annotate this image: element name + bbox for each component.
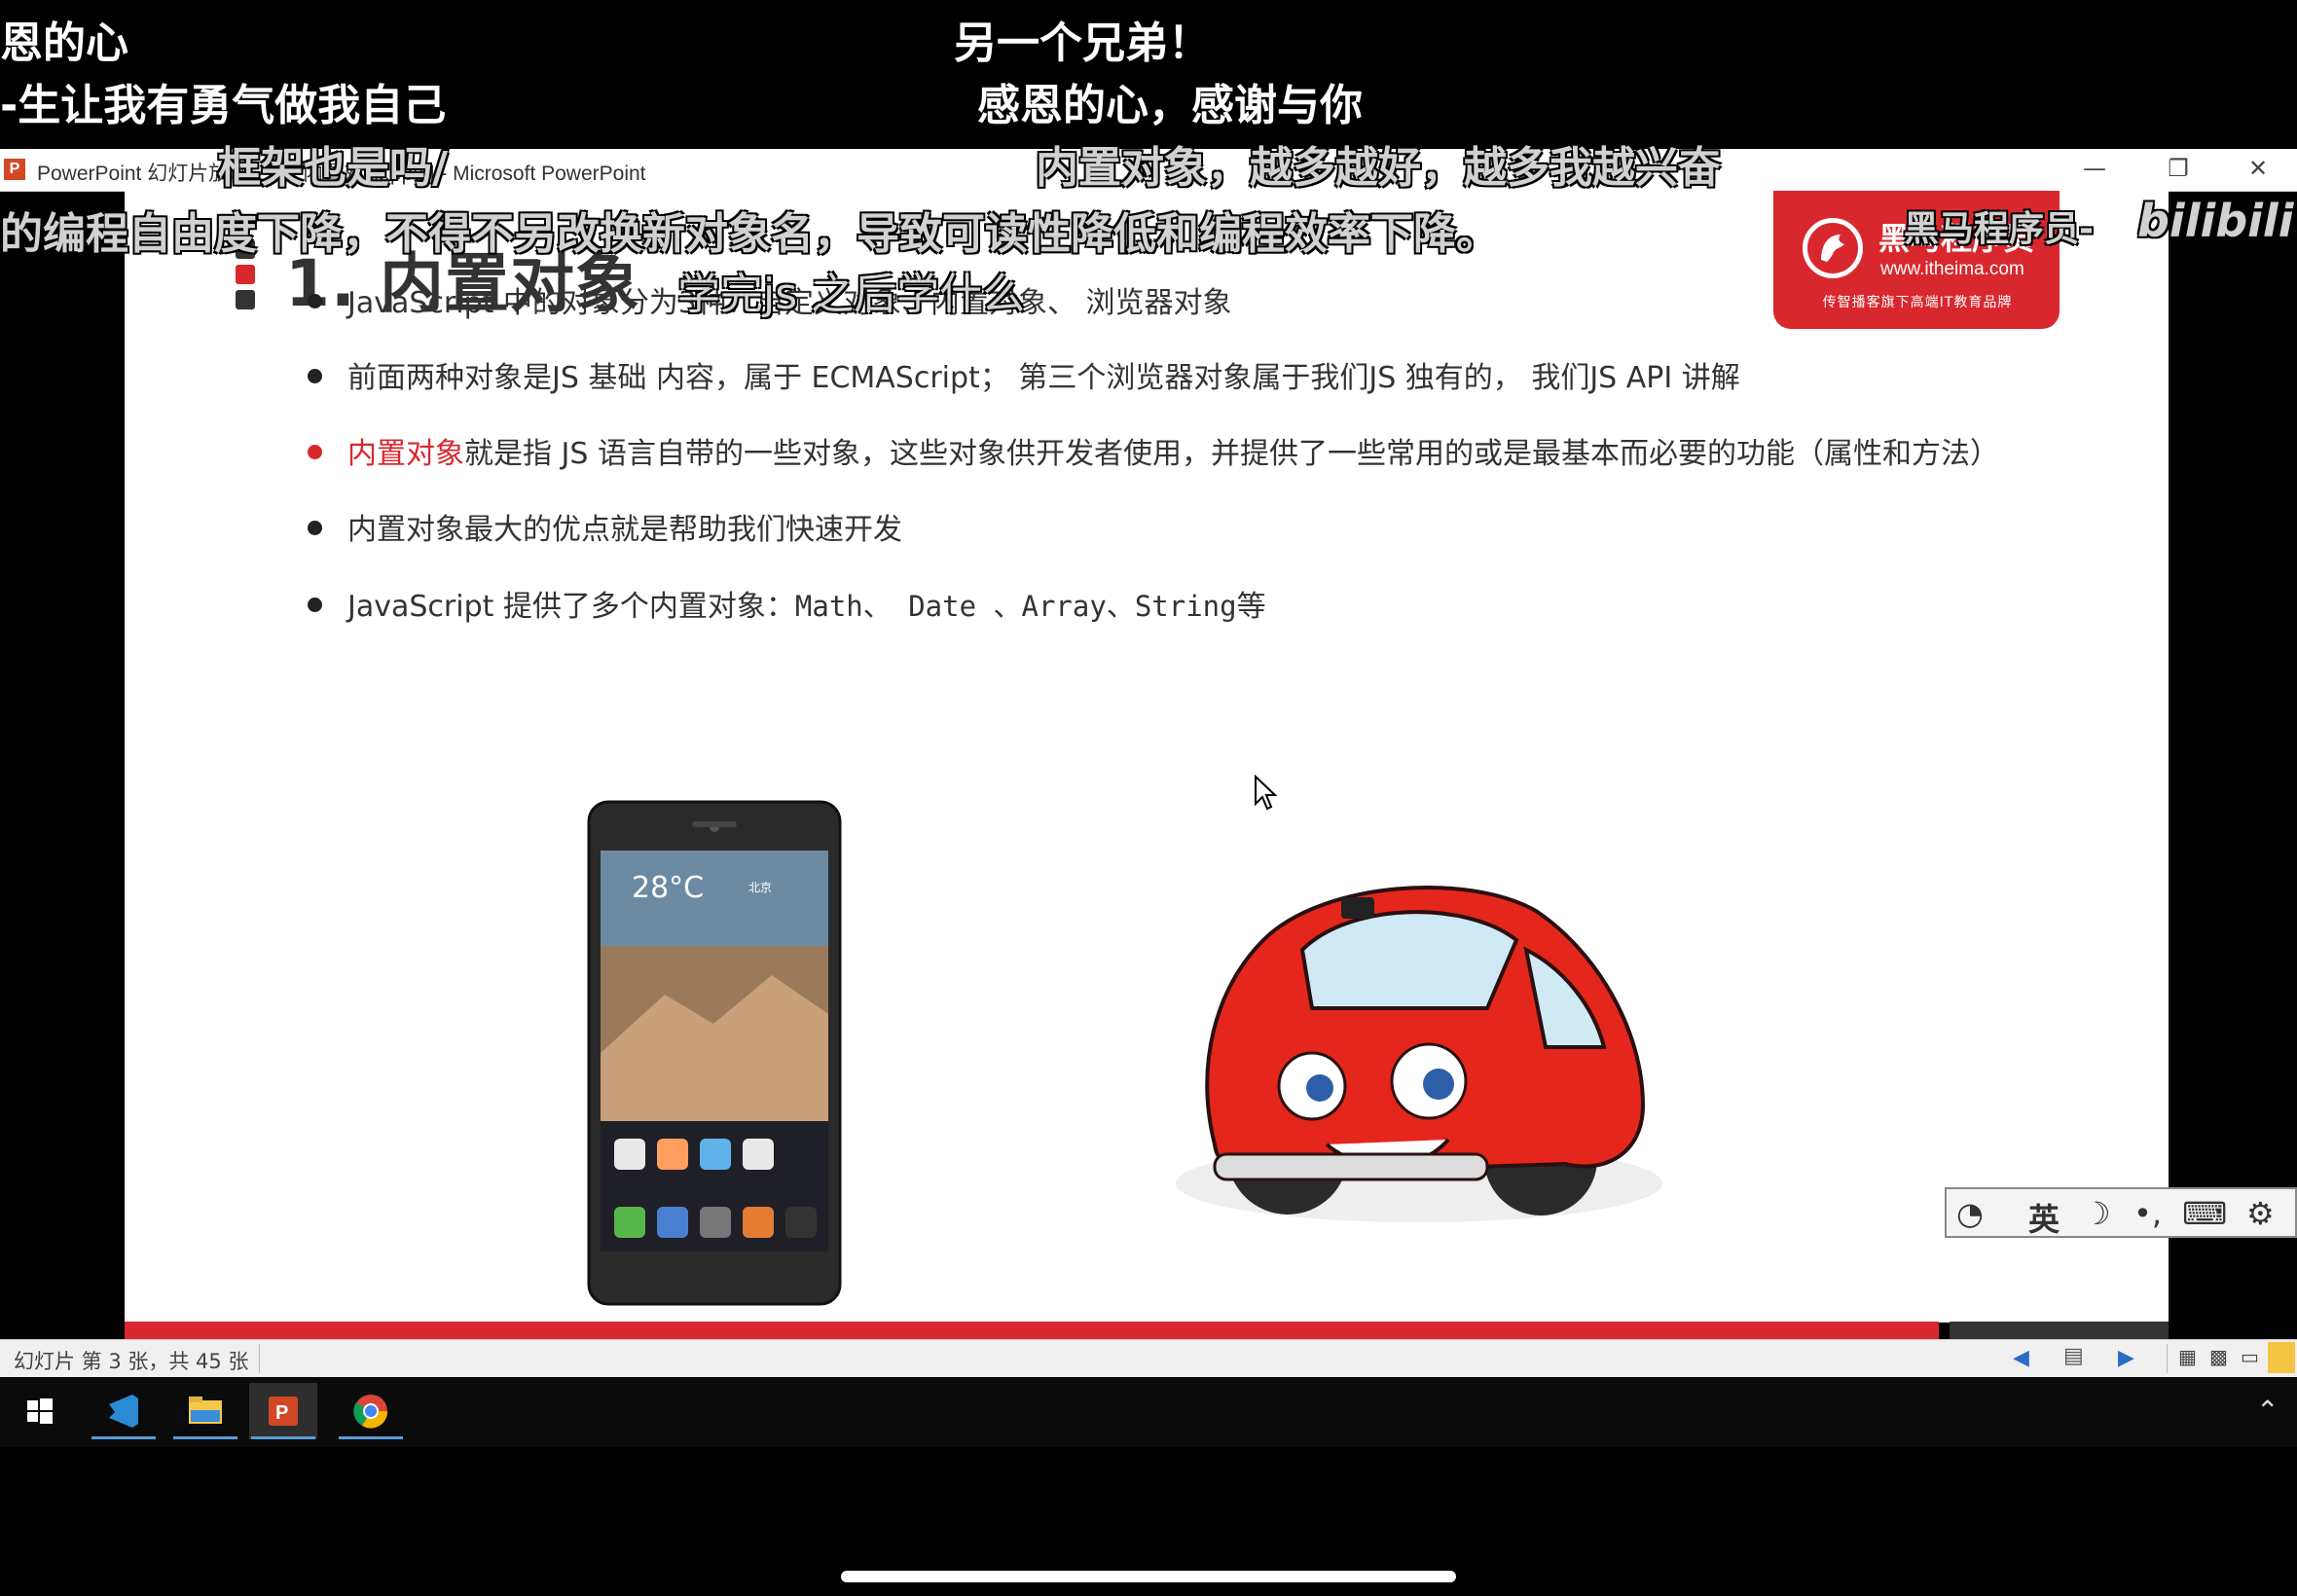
phone-image: 28°C 北京 <box>587 800 842 1306</box>
powerpoint-taskbar-icon[interactable]: P <box>249 1383 317 1439</box>
bullet-dot-icon <box>308 294 322 308</box>
chrome-icon[interactable] <box>337 1383 405 1439</box>
bullet-text: 就是指 JS 语言自带的一些对象，这些对象供开发者使用，并提供了一些常用的或是最… <box>464 437 1999 471</box>
ime-language-toggle[interactable]: 英 <box>2028 1195 2060 1240</box>
bullet-text: JavaScript 提供了多个内置对象： <box>347 590 795 624</box>
bullet-item: 内置对象最大的优点就是帮助我们快速开发 <box>308 505 902 548</box>
minimize-button[interactable]: — <box>2065 155 2124 184</box>
reading-view-icon[interactable]: ▭ <box>2241 1345 2259 1368</box>
slide-sorter-icon[interactable]: ▩ <box>2209 1345 2228 1368</box>
slide-menu-icon[interactable]: ▤ <box>2063 1344 2084 1368</box>
slide-progress-bar <box>125 1322 1939 1339</box>
horse-logo-icon <box>1803 218 1863 278</box>
bullet-code: Math、 Date 、Array、String <box>794 590 1237 623</box>
bullet-item: 前面两种对象是JS 基础 内容，属于 ECMAScript； 第三个浏览器对象属… <box>308 353 1740 396</box>
mouse-cursor-icon <box>1254 774 1279 816</box>
close-button[interactable]: ✕ <box>2229 155 2287 184</box>
normal-view-icon[interactable]: ▦ <box>2178 1345 2197 1368</box>
bullet-item: 内置对象就是指 JS 语言自带的一些对象，这些对象供开发者使用，并提供了一些常用… <box>308 429 1999 472</box>
bullet-dot-icon <box>308 369 322 383</box>
status-bar: 幻灯片 第 3 张，共 45 张 ◀ ▤ ▶ ▦ ▩ ▭ <box>0 1339 2297 1378</box>
prev-slide-icon[interactable]: ◀ <box>2013 1346 2029 1370</box>
danmaku-comment: 恩的心 <box>0 18 128 68</box>
bullet-item: JavaScript 提供了多个内置对象：Math、 Date 、Array、S… <box>308 582 1266 625</box>
phone-temperature: 28°C <box>632 871 704 905</box>
windows-taskbar: P ⌃ <box>0 1377 2297 1447</box>
moon-icon[interactable]: ☽ <box>2083 1195 2111 1232</box>
restore-button[interactable]: ❐ <box>2149 155 2207 184</box>
status-divider <box>259 1344 260 1373</box>
punctuation-icon[interactable]: •, <box>2133 1195 2162 1232</box>
danmaku-comment: 学完js 之后学什么 <box>677 270 1026 319</box>
status-divider <box>2167 1344 2168 1373</box>
channel-watermark: 黑马程序员- <box>1904 209 2094 249</box>
danmaku-comment: 的编程自由度下降，不得不另改换新对象名，导致可读性降低和编程效率下降。 <box>0 209 1499 259</box>
slide-canvas[interactable]: 1. 内置对象 黑马程序员 www.itheima.com 传智播客旗下高端IT… <box>125 191 2169 1323</box>
powerpoint-app-icon[interactable]: P <box>4 159 25 180</box>
gear-icon[interactable]: ⚙ <box>2246 1195 2275 1232</box>
windows-start-icon[interactable] <box>6 1383 74 1439</box>
slideshow-view-icon[interactable] <box>2268 1342 2295 1373</box>
chevron-up-icon[interactable]: ⌃ <box>2256 1395 2279 1427</box>
logo-url: www.itheima.com <box>1880 259 2024 279</box>
danmaku-comment: 内置对象，越多越好，越多我越兴奋 <box>1036 143 1721 193</box>
danmaku-comment: 另一个兄弟！ <box>954 18 1211 68</box>
home-indicator[interactable] <box>841 1571 1456 1582</box>
bullet-highlight: 内置对象 <box>347 437 464 471</box>
bullet-text: 内置对象最大的优点就是帮助我们快速开发 <box>347 513 902 547</box>
phone-city: 北京 <box>748 881 772 894</box>
car-image <box>1156 862 1682 1251</box>
bullet-dot-icon <box>308 598 322 612</box>
bilibili-watermark: bilibili <box>2137 195 2294 247</box>
danmaku-comment: 框架也是吗/ <box>218 143 449 193</box>
slide-progress-remaining <box>1950 1322 2169 1339</box>
danmaku-comment: -生让我有勇气做我自己 <box>0 81 447 130</box>
logo-tagline: 传智播客旗下高端IT教育品牌 <box>1822 295 2013 310</box>
svg-text:P: P <box>275 1402 288 1424</box>
bullet-text: 前面两种对象是JS 基础 内容，属于 ECMAScript； 第三个浏览器对象属… <box>347 361 1740 395</box>
bullet-dot-icon <box>308 521 322 535</box>
next-slide-icon[interactable]: ▶ <box>2118 1346 2134 1370</box>
file-explorer-icon[interactable] <box>171 1383 239 1439</box>
ime-logo-icon[interactable]: ◔ <box>1956 1195 1984 1232</box>
keyboard-icon[interactable]: ⌨ <box>2182 1195 2227 1232</box>
ime-toolbar[interactable]: ◔ 英 ☽ •, ⌨ ⚙ <box>1945 1187 2297 1238</box>
bullet-suffix: 等 <box>1236 590 1266 624</box>
bullet-dot-icon <box>308 445 322 459</box>
vscode-icon[interactable] <box>90 1383 158 1439</box>
danmaku-comment: 感恩的心，感谢与你 <box>977 81 1363 130</box>
slide-counter: 幻灯片 第 3 张，共 45 张 <box>14 1350 249 1373</box>
